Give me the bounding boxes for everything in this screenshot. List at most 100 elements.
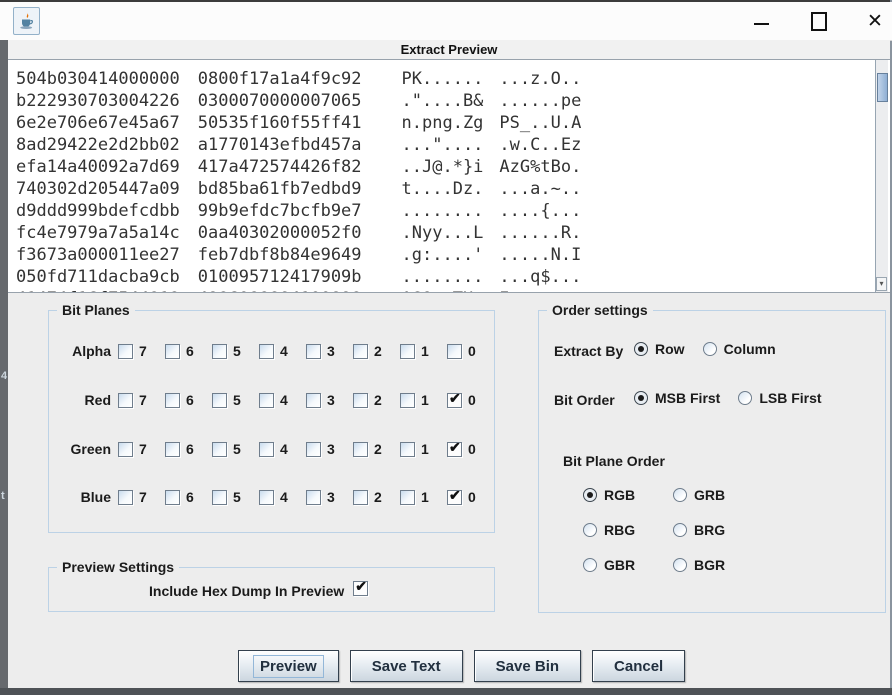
checkbox-unchecked[interactable]	[118, 490, 133, 505]
order-settings-group: Order settings Extract By RowColumn Bit …	[538, 310, 886, 613]
checkbox-unchecked[interactable]	[400, 490, 415, 505]
checkbox-unchecked[interactable]	[165, 490, 180, 505]
bit-label: 7	[139, 489, 147, 505]
minimize-button[interactable]	[744, 2, 778, 40]
checkbox-unchecked[interactable]	[118, 344, 133, 359]
hex-dump-a1: .g:....'	[402, 244, 484, 266]
radio-option-rgb[interactable]: RGB	[583, 487, 673, 503]
checkbox-unchecked[interactable]	[306, 442, 321, 457]
bit-red-0: 0	[447, 392, 494, 408]
radio-option-bgr[interactable]: BGR	[673, 557, 763, 573]
bit-alpha-3: 3	[306, 343, 353, 359]
checkbox-unchecked[interactable]	[259, 442, 274, 457]
radio-unselected[interactable]	[738, 391, 752, 405]
hex-dump-a2: ......R.	[499, 222, 581, 244]
checkbox-unchecked[interactable]	[212, 490, 227, 505]
checkbox-unchecked[interactable]	[306, 344, 321, 359]
hex-dump-h2: a1770143efbd457a	[198, 134, 362, 156]
button-preview[interactable]: Preview	[238, 650, 339, 682]
maximize-button[interactable]	[802, 2, 836, 40]
checkbox-unchecked[interactable]	[306, 490, 321, 505]
radio-option-gbr[interactable]: GBR	[583, 557, 673, 573]
radio-selected[interactable]	[583, 488, 597, 502]
checkbox-unchecked[interactable]	[353, 393, 368, 408]
checkbox-unchecked[interactable]	[353, 442, 368, 457]
checkbox-unchecked[interactable]	[447, 344, 462, 359]
radio-label: GRB	[694, 487, 725, 503]
radio-option-brg[interactable]: BRG	[673, 522, 763, 538]
bit-green-7: 7	[118, 441, 165, 457]
hex-dump-area[interactable]: 504b0304140000000800f17a1a4f9c92PK......…	[8, 59, 890, 293]
checkbox-unchecked[interactable]	[400, 393, 415, 408]
hex-dump-h2: feb7dbf8b84e9649	[198, 244, 362, 266]
checkbox-unchecked[interactable]	[306, 393, 321, 408]
radio-unselected[interactable]	[673, 558, 687, 572]
order-settings-group-title: Order settings	[547, 302, 653, 318]
checkbox-unchecked[interactable]	[165, 442, 180, 457]
checkbox-checked[interactable]	[353, 581, 368, 596]
hex-dump-a1: PK......	[402, 68, 484, 90]
checkbox-unchecked[interactable]	[259, 344, 274, 359]
scrollbar-down-button[interactable]: ▾	[876, 277, 887, 291]
radio-option-grb[interactable]: GRB	[673, 487, 763, 503]
checkbox-unchecked[interactable]	[212, 393, 227, 408]
checkbox-unchecked[interactable]	[212, 442, 227, 457]
checkbox-unchecked[interactable]	[400, 442, 415, 457]
bit-label: 7	[139, 392, 147, 408]
preview-settings-group: Preview Settings Include Hex Dump In Pre…	[48, 567, 495, 612]
bit-label: 2	[374, 489, 382, 505]
include-hex-row: Include Hex Dump In Preview	[49, 578, 494, 604]
hex-dump-a2: ....{...	[499, 200, 581, 222]
radio-option-lsb-first[interactable]: LSB First	[738, 390, 821, 406]
button-cancel[interactable]: Cancel	[592, 650, 685, 682]
app-icon-button[interactable]	[13, 7, 40, 35]
bit-green-2: 2	[353, 441, 400, 457]
checkbox-checked[interactable]	[447, 393, 462, 408]
button-save-text[interactable]: Save Text	[350, 650, 463, 682]
hex-dump-line: f3673a000011ee27feb7dbf8b84e9649.g:....'…	[16, 244, 890, 266]
vertical-scrollbar[interactable]: ▾	[875, 60, 888, 292]
bit-label: 3	[327, 441, 335, 457]
extract-preview-window: ✕ Extract Preview 504b0304140000000800f1…	[0, 0, 892, 695]
checkbox-checked[interactable]	[447, 442, 462, 457]
radio-selected[interactable]	[634, 391, 648, 405]
bit-label: 0	[468, 489, 476, 505]
background-window-bottom-strip	[0, 688, 892, 695]
radio-unselected[interactable]	[673, 523, 687, 537]
scrollbar-thumb[interactable]	[877, 73, 888, 102]
radio-unselected[interactable]	[673, 488, 687, 502]
hex-dump-h1: 504b030414000000	[16, 68, 180, 90]
checkbox-unchecked[interactable]	[118, 393, 133, 408]
bitplane-row-green: Green76543210	[49, 439, 494, 459]
radio-option-column[interactable]: Column	[703, 341, 776, 357]
close-button[interactable]: ✕	[858, 2, 892, 40]
checkbox-checked[interactable]	[447, 490, 462, 505]
bit-alpha-0: 0	[447, 343, 494, 359]
radio-selected[interactable]	[634, 342, 648, 356]
checkbox-unchecked[interactable]	[400, 344, 415, 359]
radio-option-msb-first[interactable]: MSB First	[634, 390, 720, 406]
radio-label: RGB	[604, 487, 635, 503]
checkbox-unchecked[interactable]	[165, 393, 180, 408]
hex-dump-h2: 0aa40302000052f0	[198, 222, 362, 244]
bit-green-3: 3	[306, 441, 353, 457]
radio-option-row[interactable]: Row	[634, 341, 685, 357]
bit-label: 1	[421, 392, 429, 408]
checkbox-unchecked[interactable]	[212, 344, 227, 359]
bit-label: 2	[374, 392, 382, 408]
radio-unselected[interactable]	[703, 342, 717, 356]
bit-green-1: 1	[400, 441, 447, 457]
checkbox-unchecked[interactable]	[165, 344, 180, 359]
bit-label: 7	[139, 343, 147, 359]
checkbox-unchecked[interactable]	[259, 393, 274, 408]
radio-option-rbg[interactable]: RBG	[583, 522, 673, 538]
button-save-bin[interactable]: Save Bin	[474, 650, 581, 682]
checkbox-unchecked[interactable]	[353, 490, 368, 505]
button-label: Save Text	[365, 655, 448, 678]
checkbox-unchecked[interactable]	[259, 490, 274, 505]
hex-dump-a1: .Nyy...L	[402, 222, 484, 244]
radio-unselected[interactable]	[583, 558, 597, 572]
checkbox-unchecked[interactable]	[118, 442, 133, 457]
radio-unselected[interactable]	[583, 523, 597, 537]
checkbox-unchecked[interactable]	[353, 344, 368, 359]
